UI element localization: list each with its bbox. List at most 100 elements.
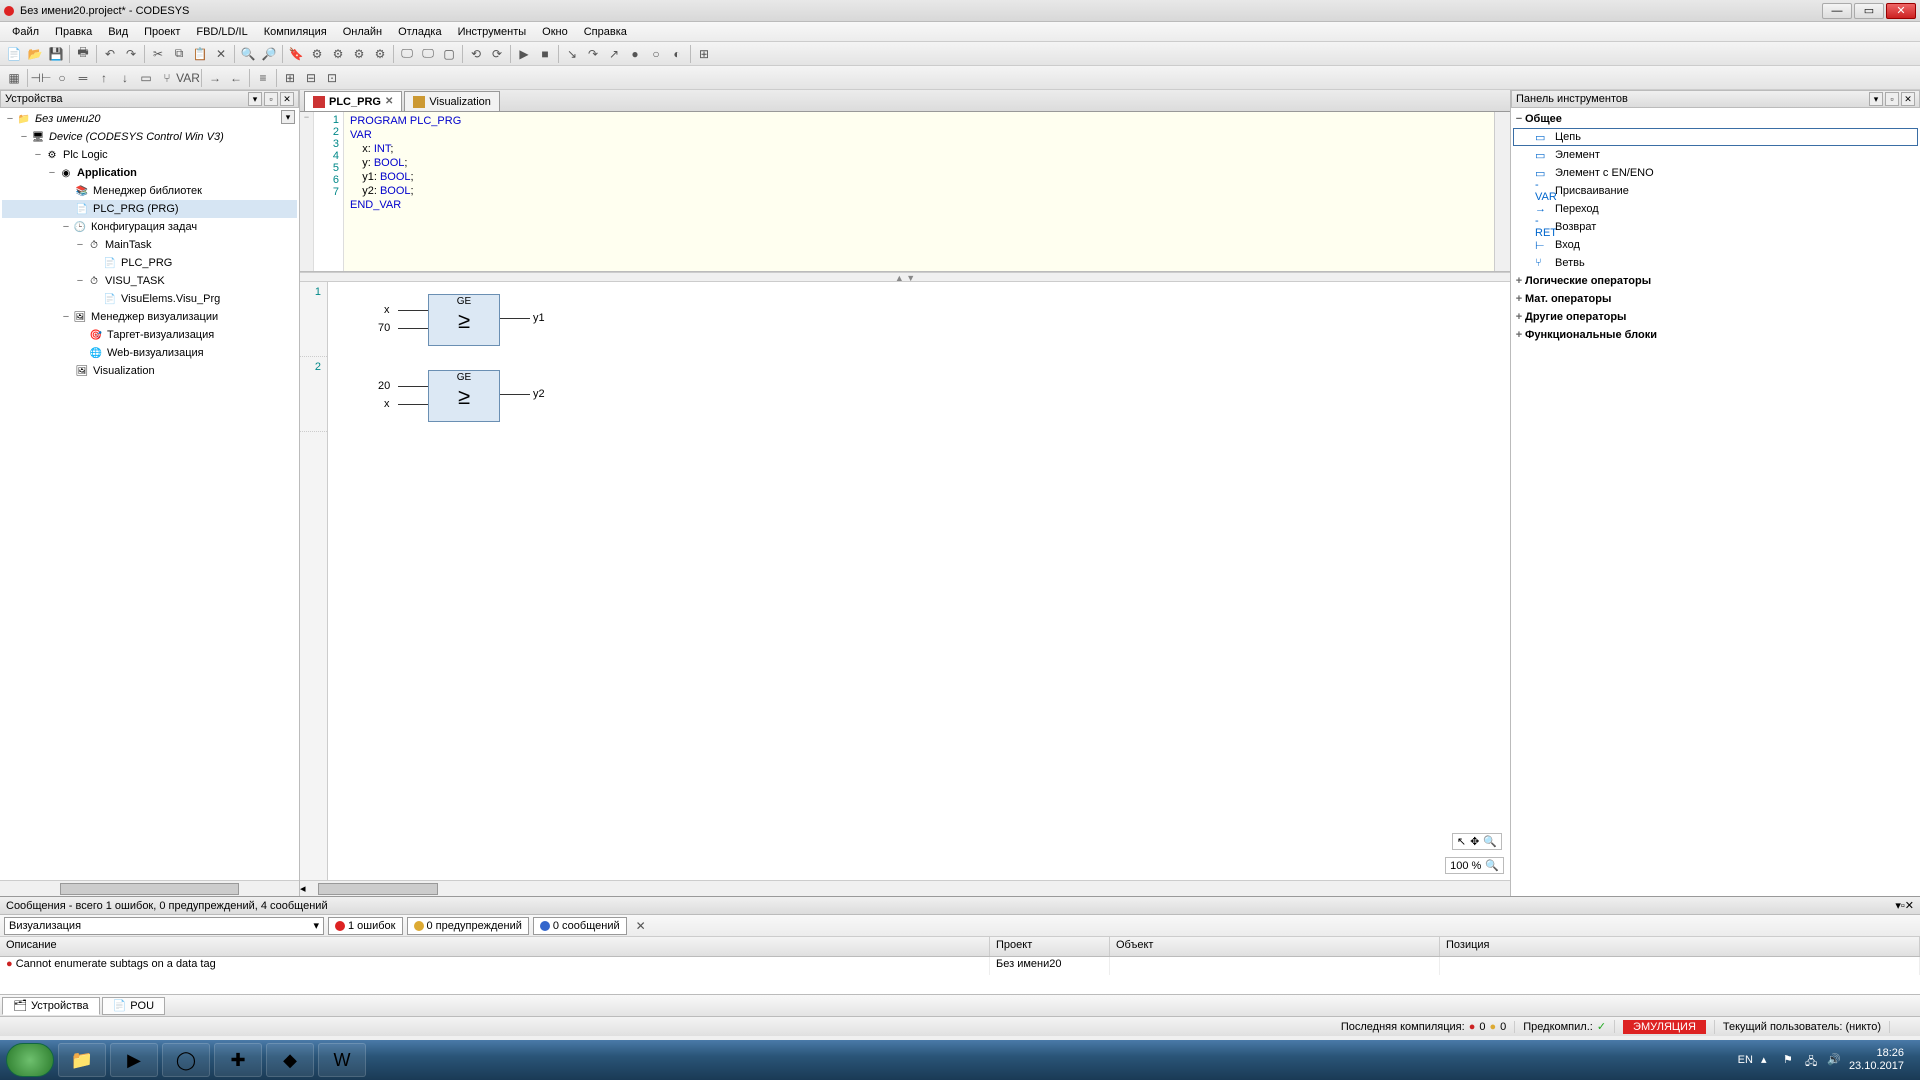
panel-close-icon[interactable]: ✕ <box>280 92 294 106</box>
tab-close-icon[interactable]: ✕ <box>385 96 393 107</box>
tree-application[interactable]: −◉Application <box>2 164 297 182</box>
toolbox-item-jump[interactable]: →Переход <box>1513 200 1918 218</box>
message-row[interactable]: ● Cannot enumerate subtags on a data tag… <box>0 957 1920 975</box>
fbd-input-x[interactable]: x <box>384 304 390 316</box>
fbd-extra2-icon[interactable]: ⊟ <box>301 68 321 88</box>
bottom-tab-devices[interactable]: 🗂Устройства <box>2 997 100 1015</box>
taskbar-chrome-icon[interactable]: ◯ <box>162 1043 210 1077</box>
menu-online[interactable]: Онлайн <box>335 26 390 38</box>
menu-file[interactable]: Файл <box>4 26 47 38</box>
fbd-ret-icon[interactable]: ← <box>226 68 246 88</box>
toolbox-tree[interactable]: −Общее ▭Цепь ▭Элемент ▭Элемент с EN/ENO … <box>1511 108 1920 896</box>
fbd-coil-icon[interactable]: ○ <box>52 68 72 88</box>
minimize-button[interactable]: — <box>1822 3 1852 19</box>
open-icon[interactable]: 📂 <box>25 44 45 64</box>
delete-icon[interactable]: ✕ <box>211 44 231 64</box>
tree-main-task[interactable]: −⏱MainTask <box>2 236 297 254</box>
tree-visu-task[interactable]: −⏱VISU_TASK <box>2 272 297 290</box>
bottom-tab-pou[interactable]: 📄POU <box>102 997 166 1015</box>
editor-splitter[interactable]: ▲ ▼ <box>300 272 1510 282</box>
filter-info[interactable]: 0 сообщений <box>533 917 627 935</box>
taskbar[interactable]: 📁 ▶ ◯ ✚ ◆ W EN ▴ ⚑ 🖧 🔊 18:26 23.10.2017 <box>0 1040 1920 1080</box>
paste-icon[interactable]: 📋 <box>190 44 210 64</box>
fbd-input-20[interactable]: 20 <box>378 380 390 392</box>
taskbar-codesys-icon[interactable]: ◆ <box>266 1043 314 1077</box>
print-icon[interactable]: 🖶 <box>73 44 93 64</box>
tray-volume-icon[interactable]: 🔊 <box>1827 1053 1841 1067</box>
menu-debug[interactable]: Отладка <box>390 26 449 38</box>
tree-task-cfg[interactable]: −🕒Конфигурация задач <box>2 218 297 236</box>
fbd-input-70[interactable]: 70 <box>378 322 390 334</box>
taskbar-app-icon[interactable]: ✚ <box>214 1043 262 1077</box>
fbd-block-ge-2[interactable]: GE ≥ <box>428 370 500 422</box>
bookmark-icon[interactable]: 🔖 <box>286 44 306 64</box>
doc-icon[interactable]: ▢ <box>439 44 459 64</box>
tree-visu-elems[interactable]: 📄VisuElems.Visu_Prg <box>2 290 297 308</box>
start-button[interactable] <box>6 1043 54 1077</box>
copy-icon[interactable]: ⧉ <box>169 44 189 64</box>
bp2-icon[interactable]: ○ <box>646 44 666 64</box>
step-into-icon[interactable]: ↘ <box>562 44 582 64</box>
tray-chevron-icon[interactable]: ▴ <box>1761 1053 1775 1067</box>
find-next-icon[interactable]: 🔎 <box>259 44 279 64</box>
messages-close-icon[interactable]: ✕ <box>1905 899 1914 912</box>
tray-clock[interactable]: 18:26 23.10.2017 <box>1849 1047 1904 1073</box>
extra-icon[interactable]: ⊞ <box>694 44 714 64</box>
filter-errors[interactable]: 1 ошибок <box>328 917 403 935</box>
tree-visualization[interactable]: 🖼Visualization <box>2 362 297 380</box>
tray-lang[interactable]: EN <box>1738 1054 1753 1066</box>
tree-lib-manager[interactable]: 📚Менеджер библиотек <box>2 182 297 200</box>
fbd-up-icon[interactable]: ↑ <box>94 68 114 88</box>
fbd-rung-icon[interactable]: ═ <box>73 68 93 88</box>
col-description[interactable]: Описание <box>0 937 990 956</box>
tree-plc-logic[interactable]: −⚙Plc Logic <box>2 146 297 164</box>
tree-scrollbar-h[interactable] <box>0 880 299 896</box>
toolbox-dropdown-icon[interactable]: ▾ <box>1869 92 1883 106</box>
maximize-button[interactable]: ▭ <box>1854 3 1884 19</box>
toolbox-cat-math[interactable]: +Мат. операторы <box>1513 290 1918 308</box>
menu-help[interactable]: Справка <box>576 26 635 38</box>
messages-clear-icon[interactable]: ✕ <box>631 916 651 936</box>
menu-fbdldil[interactable]: FBD/LD/IL <box>188 26 255 38</box>
tree-target-visu[interactable]: 🎯Таргет-визуализация <box>2 326 297 344</box>
logout-icon[interactable]: ⟳ <box>487 44 507 64</box>
menu-view[interactable]: Вид <box>100 26 136 38</box>
undo-icon[interactable]: ↶ <box>100 44 120 64</box>
step-out-icon[interactable]: ↗ <box>604 44 624 64</box>
find-icon[interactable]: 🔍 <box>238 44 258 64</box>
tab-plc-prg[interactable]: PLC_PRG ✕ <box>304 91 402 111</box>
fbd-down-icon[interactable]: ↓ <box>115 68 135 88</box>
fbd-align-icon[interactable]: ≡ <box>253 68 273 88</box>
pan-icon[interactable]: ✥ <box>1470 835 1479 848</box>
fbd-new-icon[interactable]: ▦ <box>4 68 24 88</box>
menu-project[interactable]: Проект <box>136 26 188 38</box>
fold-gutter[interactable]: − <box>300 112 314 271</box>
fbd-input-x2[interactable]: x <box>384 398 390 410</box>
fbd-jump-icon[interactable]: → <box>205 68 225 88</box>
login-icon[interactable]: ⟲ <box>466 44 486 64</box>
toolbox-item-network[interactable]: ▭Цепь <box>1513 128 1918 146</box>
tool-icon[interactable]: ⚙ <box>307 44 327 64</box>
pointer-icon[interactable]: ↖ <box>1457 835 1466 848</box>
toolbox-cat-logic[interactable]: +Логические операторы <box>1513 272 1918 290</box>
tool2-icon[interactable]: ⚙ <box>328 44 348 64</box>
stop-icon[interactable]: ■ <box>535 44 555 64</box>
col-position[interactable]: Позиция <box>1440 937 1920 956</box>
taskbar-explorer-icon[interactable]: 📁 <box>58 1043 106 1077</box>
tree-plc-prg-ref[interactable]: 📄PLC_PRG <box>2 254 297 272</box>
monitor2-icon[interactable]: 🖵 <box>418 44 438 64</box>
toolbox-pin-icon[interactable]: ▫ <box>1885 92 1899 106</box>
zoom-icon[interactable]: 🔍 <box>1483 835 1497 848</box>
tree-root[interactable]: −📁Без имени20 <box>2 110 297 128</box>
toolbox-item-branch[interactable]: ⑂Ветвь <box>1513 254 1918 272</box>
taskbar-media-icon[interactable]: ▶ <box>110 1043 158 1077</box>
bp3-icon[interactable]: ◐ <box>667 44 687 64</box>
close-button[interactable]: ✕ <box>1886 3 1916 19</box>
declaration-editor[interactable]: − 123 456 7 PROGRAM PLC_PRG VAR x: INT; … <box>300 112 1510 272</box>
col-object[interactable]: Объект <box>1110 937 1440 956</box>
run-icon[interactable]: ▶ <box>514 44 534 64</box>
system-tray[interactable]: EN ▴ ⚑ 🖧 🔊 18:26 23.10.2017 <box>1728 1047 1914 1073</box>
zoom-controls[interactable]: ↖ ✥ 🔍 <box>1452 833 1502 850</box>
toolbox-item-element[interactable]: ▭Элемент <box>1513 146 1918 164</box>
monitor-icon[interactable]: 🖵 <box>397 44 417 64</box>
